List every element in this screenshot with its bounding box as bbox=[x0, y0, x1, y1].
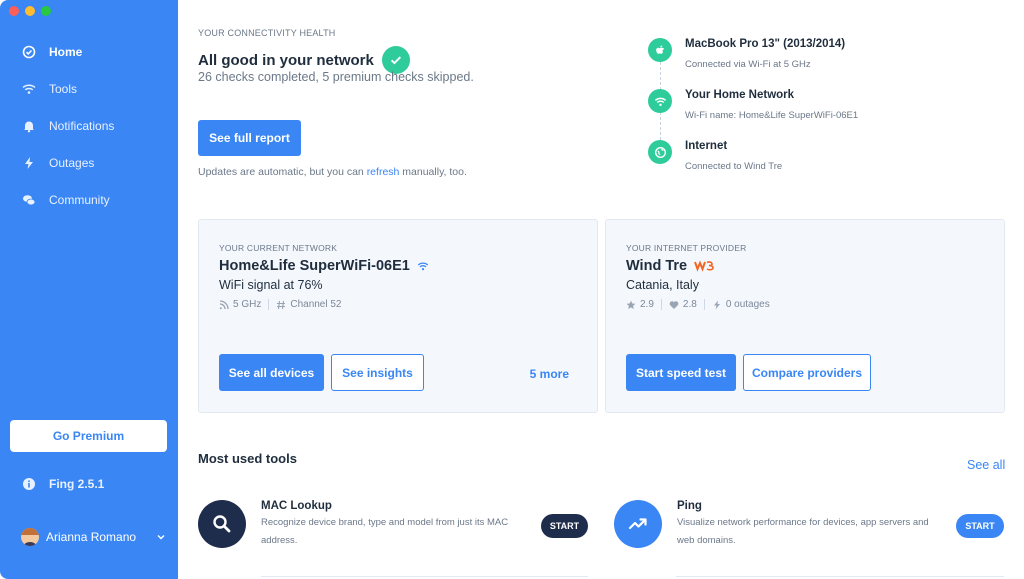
sidebar-item-label: Community bbox=[49, 192, 110, 207]
sidebar-item-tools[interactable]: Tools bbox=[0, 70, 178, 107]
compare-providers-button[interactable]: Compare providers bbox=[743, 354, 871, 391]
health-subtitle: 26 checks completed, 5 premium checks sk… bbox=[198, 70, 474, 84]
check-circle-icon bbox=[22, 45, 36, 59]
tool-mac-lookup[interactable]: MAC Lookup Recognize device brand, type … bbox=[198, 500, 531, 550]
trend-up-icon bbox=[614, 500, 662, 548]
divider bbox=[261, 576, 588, 577]
sidebar-item-outages[interactable]: Outages bbox=[0, 144, 178, 181]
lightning-icon bbox=[713, 300, 720, 309]
rating-value: 2.9 bbox=[640, 299, 654, 310]
updates-prefix: Updates are automatic, but you can bbox=[198, 166, 367, 178]
user-menu[interactable]: Arianna Romano bbox=[21, 528, 166, 546]
go-premium-button[interactable]: Go Premium bbox=[10, 420, 167, 452]
outages-value: 0 outages bbox=[725, 299, 770, 310]
chevron-down-icon bbox=[157, 535, 165, 540]
minimize-window-button[interactable] bbox=[25, 6, 35, 16]
bell-icon bbox=[22, 119, 36, 133]
wind-tre-logo bbox=[694, 260, 714, 272]
see-all-devices-button[interactable]: See all devices bbox=[219, 354, 324, 391]
tool-title: MAC Lookup bbox=[261, 500, 332, 512]
heart-icon bbox=[669, 300, 679, 309]
chain-subtitle: Connected to Wind Tre bbox=[685, 161, 783, 172]
likes-value: 2.8 bbox=[682, 299, 697, 310]
sidebar-item-label: Home bbox=[49, 44, 83, 59]
isp-eyebrow: YOUR INTERNET PROVIDER bbox=[626, 243, 747, 253]
isp-meta: 2.9 2.8 0 outages bbox=[626, 299, 770, 310]
divider bbox=[676, 576, 1004, 577]
ping-start-button[interactable]: START bbox=[956, 514, 1004, 538]
chain-title: Your Home Network bbox=[685, 89, 795, 101]
tool-description: Recognize device brand, type and model f… bbox=[261, 517, 509, 546]
updates-note: Updates are automatic, but you can refre… bbox=[198, 166, 467, 178]
tool-title: Ping bbox=[677, 500, 702, 512]
chain-item-network: Your Home Network Wi-Fi name: Home&Life … bbox=[648, 89, 858, 121]
version-label: Fing 2.5.1 bbox=[49, 477, 105, 491]
mac-lookup-start-button[interactable]: START bbox=[541, 514, 588, 538]
chain-title: Internet bbox=[685, 140, 728, 152]
network-title: Home&Life SuperWiFi-06E1 bbox=[219, 258, 429, 274]
zoom-window-button[interactable] bbox=[41, 6, 51, 16]
current-network-card: YOUR CURRENT NETWORK Home&Life SuperWiFi… bbox=[198, 219, 598, 413]
health-eyebrow: YOUR CONNECTIVITY HEALTH bbox=[198, 28, 336, 38]
network-name: Home&Life SuperWiFi-06E1 bbox=[219, 258, 410, 274]
start-speed-test-button[interactable]: Start speed test bbox=[626, 354, 736, 391]
channel-label: Channel 52 bbox=[290, 299, 342, 310]
refresh-link[interactable]: refresh bbox=[367, 166, 400, 178]
user-name: Arianna Romano bbox=[46, 530, 137, 544]
sidebar-nav: Home Tools Notifications Outages Communi… bbox=[0, 33, 178, 218]
wifi-signal: WiFi signal at 76% bbox=[219, 278, 323, 292]
network-meta: 5 GHz Channel 52 bbox=[219, 299, 342, 310]
chain-item-internet: Internet Connected to Wind Tre bbox=[648, 140, 782, 172]
close-window-button[interactable] bbox=[9, 6, 19, 16]
chain-subtitle: Wi-Fi name: Home&Life SuperWiFi-06E1 bbox=[685, 110, 859, 121]
isp-location: Catania, Italy bbox=[626, 278, 699, 292]
band-label: 5 GHz bbox=[233, 299, 262, 310]
app-version: Fing 2.5.1 bbox=[22, 477, 104, 491]
sidebar-item-community[interactable]: Community bbox=[0, 181, 178, 218]
star-icon bbox=[626, 300, 636, 309]
wifi-icon bbox=[417, 262, 428, 271]
see-all-link[interactable]: See all bbox=[967, 458, 1005, 472]
lightning-icon bbox=[22, 156, 36, 170]
info-icon bbox=[22, 477, 36, 491]
hash-icon bbox=[277, 300, 286, 309]
window-controls bbox=[9, 6, 51, 16]
most-used-tools-title: Most used tools bbox=[198, 451, 297, 466]
wifi-icon bbox=[22, 82, 36, 96]
isp-title: Wind Tre bbox=[626, 258, 715, 274]
chain-title: MacBook Pro 13" (2013/2014) bbox=[685, 38, 846, 50]
avatar bbox=[21, 528, 39, 546]
see-insights-button[interactable]: See insights bbox=[331, 354, 424, 391]
sidebar: Home Tools Notifications Outages Communi… bbox=[0, 0, 178, 579]
health-title-text: All good in your network bbox=[198, 51, 374, 69]
sidebar-item-label: Notifications bbox=[49, 118, 115, 133]
main-content: YOUR CONNECTIVITY HEALTH All good in you… bbox=[178, 0, 1024, 579]
wifi-icon bbox=[648, 89, 672, 113]
isp-name: Wind Tre bbox=[626, 258, 688, 274]
tool-ping[interactable]: Ping Visualize network performance for d… bbox=[614, 500, 947, 550]
more-link[interactable]: 5 more bbox=[530, 367, 569, 381]
signal-icon bbox=[219, 299, 229, 309]
sidebar-item-label: Outages bbox=[49, 155, 95, 170]
network-eyebrow: YOUR CURRENT NETWORK bbox=[219, 243, 338, 253]
apple-icon bbox=[648, 38, 672, 62]
sidebar-item-label: Tools bbox=[49, 81, 78, 96]
sidebar-item-home[interactable]: Home bbox=[0, 33, 178, 70]
updates-suffix: manually, too. bbox=[399, 166, 467, 178]
chain-subtitle: Connected via Wi-Fi at 5 GHz bbox=[685, 59, 811, 70]
internet-provider-card: YOUR INTERNET PROVIDER Wind Tre Catania,… bbox=[605, 219, 1005, 413]
chain-item-device: MacBook Pro 13" (2013/2014) Connected vi… bbox=[648, 38, 845, 70]
magnifier-icon bbox=[198, 500, 246, 548]
see-full-report-button[interactable]: See full report bbox=[198, 120, 301, 156]
globe-icon bbox=[648, 140, 672, 164]
sidebar-item-notifications[interactable]: Notifications bbox=[0, 107, 178, 144]
chat-icon bbox=[22, 193, 36, 207]
tool-description: Visualize network performance for device… bbox=[677, 517, 929, 546]
